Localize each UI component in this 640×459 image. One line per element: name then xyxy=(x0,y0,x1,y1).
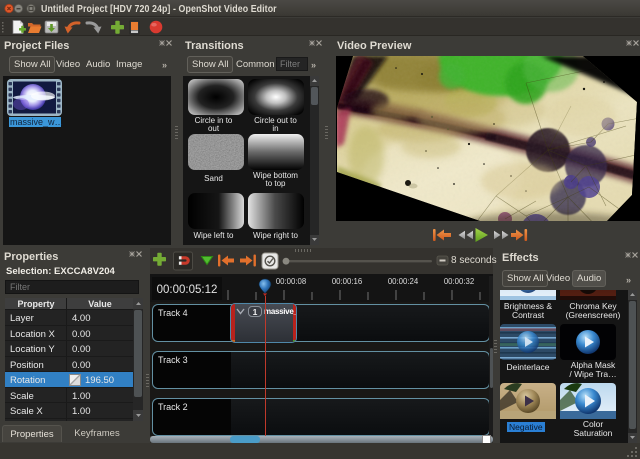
svg-text:00:00:24: 00:00:24 xyxy=(388,277,419,286)
svg-text:00:00:32: 00:00:32 xyxy=(444,277,474,286)
svg-text:00:00:16: 00:00:16 xyxy=(332,277,362,286)
svg-text:00:00:08: 00:00:08 xyxy=(276,277,306,286)
